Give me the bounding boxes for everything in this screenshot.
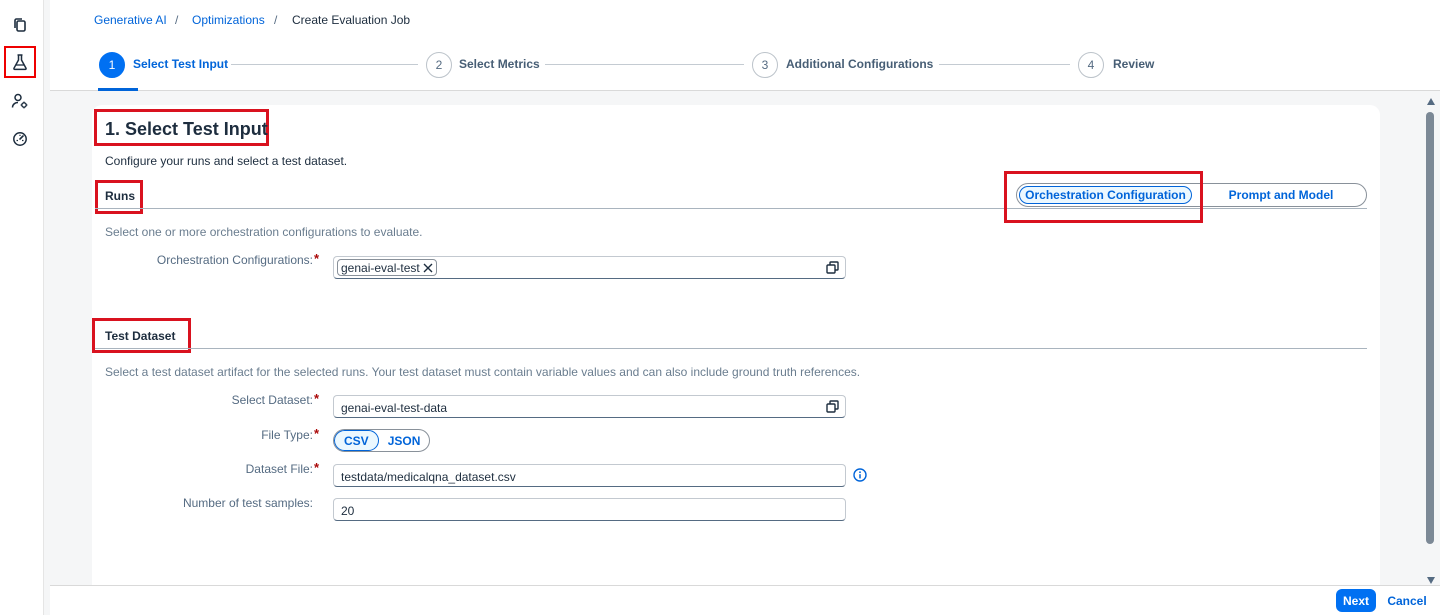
orchestration-configurations-label: Orchestration Configurations:: [156, 253, 313, 267]
select-dataset-input[interactable]: genai-eval-test-data: [333, 395, 846, 418]
scrollbar-thumb[interactable]: [1426, 112, 1434, 544]
dataset-file-label: Dataset File:: [245, 462, 313, 476]
section-divider: [95, 348, 1367, 349]
file-type-toggle: CSV JSON: [333, 429, 431, 452]
file-type-csv[interactable]: CSV: [334, 430, 379, 451]
next-button[interactable]: Next: [1336, 589, 1376, 612]
orchestration-token[interactable]: genai-eval-test: [337, 259, 437, 276]
step-2-label[interactable]: Select Metrics: [459, 57, 540, 71]
step-2-number[interactable]: 2: [426, 52, 452, 78]
orchestration-configurations-input[interactable]: genai-eval-test: [333, 256, 846, 279]
token-label: genai-eval-test: [341, 260, 420, 275]
step-3-label[interactable]: Additional Configurations: [786, 57, 933, 71]
side-navigation: [0, 0, 44, 615]
step-1-label[interactable]: Select Test Input: [133, 57, 228, 71]
step-4-number[interactable]: 4: [1078, 52, 1104, 78]
dataset-file-value: testdata/medicalqna_dataset.csv: [341, 470, 516, 484]
required-mark: *: [314, 460, 320, 475]
required-mark: *: [314, 426, 320, 441]
step-active-indicator: [98, 88, 138, 91]
runs-title: Runs: [105, 189, 135, 203]
test-dataset-title: Test Dataset: [105, 329, 176, 343]
step-4-label[interactable]: Review: [1113, 57, 1154, 71]
file-type-json[interactable]: JSON: [379, 430, 430, 451]
gauge-icon[interactable]: [4, 123, 36, 155]
required-mark: *: [314, 251, 320, 266]
runs-description: Select one or more orchestration configu…: [105, 225, 423, 239]
breadcrumb-current: Create Evaluation Job: [292, 13, 411, 27]
prompt-and-model-toggle[interactable]: Prompt and Model: [1197, 186, 1365, 204]
copy-icon[interactable]: [4, 9, 36, 41]
user-settings-icon[interactable]: [4, 85, 36, 117]
info-icon[interactable]: [853, 468, 867, 482]
step-connector: [939, 64, 1070, 65]
scroll-up-icon[interactable]: [1427, 98, 1435, 105]
cancel-button[interactable]: Cancel: [1384, 589, 1430, 612]
breadcrumb-separator: /: [175, 13, 179, 27]
breadcrumb-generative-ai[interactable]: Generative AI: [94, 13, 167, 27]
step-3-number[interactable]: 3: [752, 52, 778, 78]
section-description: Configure your runs and select a test da…: [105, 154, 348, 168]
close-icon[interactable]: [423, 263, 433, 273]
step-1-number[interactable]: 1: [99, 52, 125, 78]
footer-bar: [50, 585, 1440, 615]
dataset-description: Select a test dataset artifact for the s…: [105, 365, 861, 379]
value-help-icon[interactable]: [826, 261, 839, 274]
file-type-label: File Type:: [261, 428, 313, 442]
test-samples-label: Number of test samples:: [182, 496, 313, 510]
required-mark: *: [314, 391, 320, 406]
breadcrumb-separator: /: [274, 13, 278, 27]
dataset-file-input[interactable]: testdata/medicalqna_dataset.csv: [333, 464, 846, 487]
highlight-box: [1004, 171, 1203, 223]
select-dataset-label: Select Dataset:: [231, 393, 313, 407]
page-title: 1. Select Test Input: [105, 119, 268, 139]
step-connector: [231, 64, 418, 65]
test-samples-input[interactable]: 20: [333, 498, 846, 521]
scroll-down-icon[interactable]: [1427, 577, 1435, 584]
select-dataset-value: genai-eval-test-data: [341, 401, 448, 415]
flask-icon[interactable]: [4, 46, 36, 78]
breadcrumb-optimizations[interactable]: Optimizations: [192, 13, 265, 27]
test-samples-value: 20: [341, 504, 355, 518]
value-help-icon[interactable]: [826, 400, 839, 413]
step-connector: [545, 64, 744, 65]
